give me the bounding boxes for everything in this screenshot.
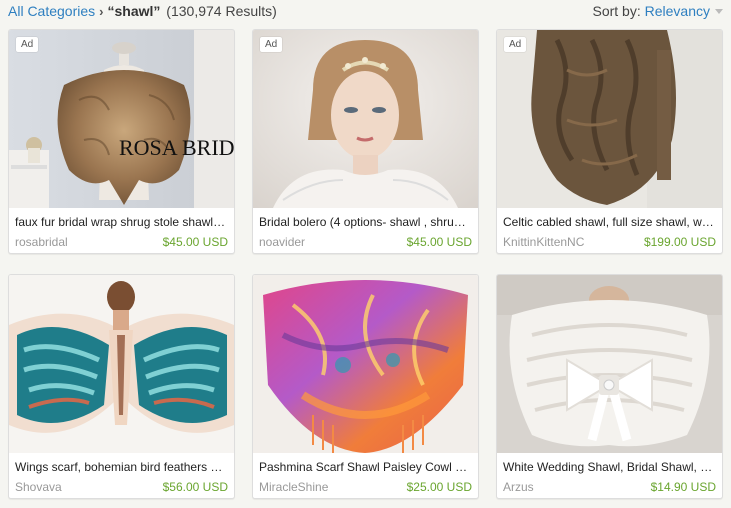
breadcrumb: All Categories › “shawl” (130,974 Results) (8, 3, 277, 19)
listing-card[interactable]: Ad Celtic cabled shawl, full size shawl,… (496, 29, 723, 254)
listing-price: $14.90 USD (650, 480, 716, 494)
sort-control: Sort by: Relevancy (592, 3, 723, 19)
listing-price: $25.00 USD (406, 480, 472, 494)
watermark-text: ROSA BRIDAL (119, 135, 234, 160)
breadcrumb-separator: › (99, 4, 104, 19)
shop-name[interactable]: Shovava (15, 480, 62, 494)
listing-price: $45.00 USD (406, 235, 472, 249)
listing-title[interactable]: Celtic cabled shawl, full size shawl, wo… (503, 215, 716, 229)
listing-title[interactable]: Pashmina Scarf Shawl Paisley Cowl Wrap (259, 460, 472, 474)
results-header: All Categories › “shawl” (130,974 Results)… (0, 0, 731, 22)
listing-card[interactable]: Wings scarf, bohemian bird feathers shaw… (8, 274, 235, 499)
breadcrumb-all-categories-link[interactable]: All Categories (8, 3, 95, 19)
sort-dropdown[interactable]: Relevancy (645, 3, 710, 19)
sort-label: Sort by: (592, 3, 641, 19)
listing-image[interactable]: Ad (497, 30, 722, 208)
shop-name[interactable]: MiracleShine (259, 480, 328, 494)
listing-card[interactable]: White Wedding Shawl, Bridal Shawl, Boler… (496, 274, 723, 499)
listing-image[interactable] (497, 275, 722, 453)
listing-image[interactable] (253, 275, 478, 453)
shop-name[interactable]: KnittinKittenNC (503, 235, 584, 249)
listing-title[interactable]: White Wedding Shawl, Bridal Shawl, Boler… (503, 460, 716, 474)
listing-card[interactable]: Ad Bridal bolero (4 options- shawl , shr… (252, 29, 479, 254)
shop-name[interactable]: Arzus (503, 480, 534, 494)
listing-title[interactable]: Bridal bolero (4 options- shawl , shrug,… (259, 215, 472, 229)
ad-badge: Ad (260, 37, 283, 52)
ad-badge: Ad (504, 37, 527, 52)
listing-title[interactable]: Wings scarf, bohemian bird feathers shaw… (15, 460, 228, 474)
ad-badge: Ad (16, 37, 39, 52)
listing-card[interactable]: ROSA BRIDAL Ad faux fur bridal wrap shru… (8, 29, 235, 254)
listing-price: $45.00 USD (162, 235, 228, 249)
search-query: “shawl” (107, 3, 161, 19)
chevron-down-icon[interactable] (715, 9, 723, 14)
shop-name[interactable]: rosabridal (15, 235, 68, 249)
listing-image[interactable]: Ad (253, 30, 478, 208)
listing-card[interactable]: Pashmina Scarf Shawl Paisley Cowl Wrap M… (252, 274, 479, 499)
listing-price: $199.00 USD (643, 235, 716, 249)
shop-name[interactable]: noavider (259, 235, 305, 249)
listing-title[interactable]: faux fur bridal wrap shrug stole shawl c… (15, 215, 228, 229)
result-count: (130,974 Results) (166, 3, 277, 19)
listing-price: $56.00 USD (162, 480, 228, 494)
listing-image[interactable]: ROSA BRIDAL Ad (9, 30, 234, 208)
listing-image[interactable] (9, 275, 234, 453)
